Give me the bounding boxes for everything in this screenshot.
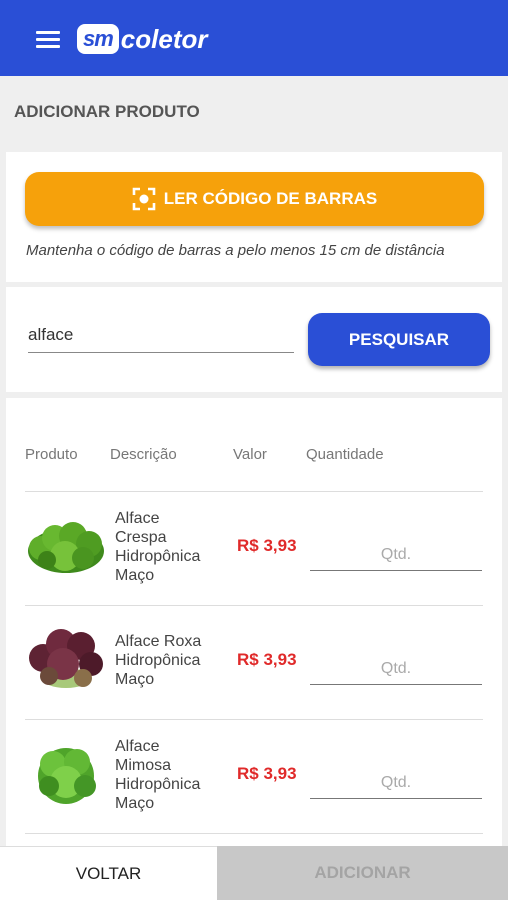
search-input[interactable] — [28, 317, 294, 353]
search-button[interactable]: PESQUISAR — [308, 313, 490, 366]
product-image-mimosa — [25, 732, 107, 814]
menu-icon[interactable] — [34, 28, 62, 50]
header-quantity: Quantidade — [306, 446, 384, 463]
quantity-input[interactable] — [310, 767, 482, 799]
table-row: Alface Crespa Hidropônica Maço R$ 3,93 — [25, 491, 483, 604]
table-row: Alface Roxa Hidropônica Maço R$ 3,93 — [25, 605, 483, 718]
description-line: Alface — [115, 738, 160, 755]
logo-badge: sm — [77, 24, 119, 54]
logo-text: coletor — [120, 23, 208, 54]
description-line: Hidropônica — [115, 776, 201, 793]
description-line: Maço — [115, 671, 155, 688]
app-logo: sm coletor — [77, 22, 207, 56]
scan-barcode-button[interactable]: LER CÓDIGO DE BARRAS — [25, 172, 484, 226]
description-line: Crespa — [115, 529, 167, 546]
product-description: Alface Mimosa Hidropônica Maço — [115, 737, 225, 813]
bottom-bar: VOLTAR ADICIONAR — [0, 846, 508, 900]
product-price: R$ 3,93 — [237, 536, 297, 555]
barcode-scan-icon — [132, 187, 156, 211]
description-line: Alface Roxa — [115, 633, 202, 650]
scan-hint: Mantenha o código de barras a pelo menos… — [26, 242, 445, 259]
description-line: Hidropônica — [115, 652, 201, 669]
description-line: Maço — [115, 567, 155, 584]
description-line: Maço — [115, 795, 155, 812]
header-product: Produto — [25, 446, 78, 463]
product-image-roxa — [25, 618, 107, 700]
quantity-input[interactable] — [310, 653, 482, 685]
table-row: Alface Mimosa Hidropônica Maço R$ 3,93 — [25, 719, 483, 832]
app-bar: sm coletor — [0, 0, 508, 76]
product-description: Alface Crespa Hidropônica Maço — [115, 509, 225, 585]
back-button[interactable]: VOLTAR — [0, 846, 217, 900]
quantity-input[interactable] — [310, 539, 482, 571]
add-button[interactable]: ADICIONAR — [217, 846, 508, 900]
page-title: ADICIONAR PRODUTO — [14, 102, 200, 121]
product-description: Alface Roxa Hidropônica Maço — [115, 632, 225, 689]
scan-card: LER CÓDIGO DE BARRAS Mantenha o código d… — [6, 152, 502, 282]
description-line: Hidropônica — [115, 548, 201, 565]
scan-button-label: LER CÓDIGO DE BARRAS — [163, 189, 378, 208]
search-card: PESQUISAR — [6, 287, 502, 392]
header-description: Descrição — [110, 446, 177, 463]
description-line: Mimosa — [115, 757, 172, 774]
product-price: R$ 3,93 — [237, 764, 297, 783]
product-price: R$ 3,93 — [237, 650, 297, 669]
header-value: Valor — [233, 446, 267, 463]
product-image-crespa — [25, 504, 107, 586]
description-line: Alface — [115, 510, 160, 527]
results-card: Produto Descrição Valor Quantidade Alfac… — [6, 398, 502, 858]
